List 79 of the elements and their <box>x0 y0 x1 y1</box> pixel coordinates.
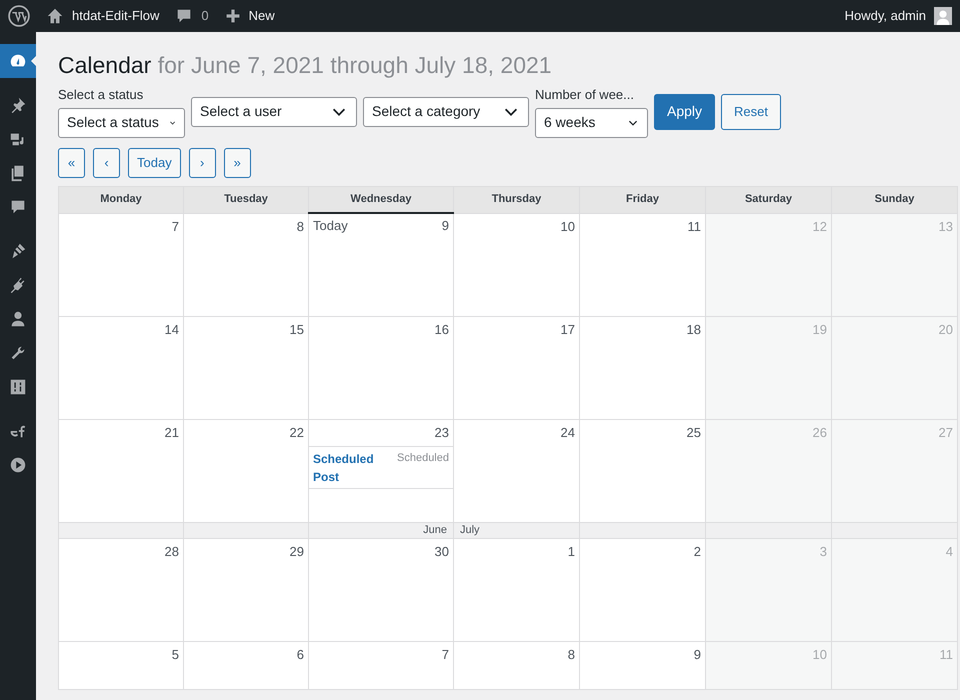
weekday-header: Monday <box>58 186 184 214</box>
wrench-icon <box>9 344 27 362</box>
play-icon <box>9 456 27 474</box>
user-icon <box>9 310 27 328</box>
day-number: 18 <box>686 320 701 339</box>
day-number: 24 <box>560 424 575 442</box>
day-number: 25 <box>686 424 701 442</box>
site-name-link[interactable]: htdat-Edit-Flow <box>46 6 160 26</box>
calendar-nav-button[interactable]: « <box>58 148 85 178</box>
filter-label: Number of wee... <box>535 88 635 102</box>
home-icon <box>46 7 64 25</box>
weekday-header: Saturday <box>706 186 832 214</box>
day-number: 5 <box>172 646 179 664</box>
day-number: 20 <box>938 320 953 339</box>
weekday-header: Thursday <box>454 186 580 214</box>
day-number: 2 <box>694 542 701 561</box>
post-status: Scheduled <box>397 451 449 466</box>
account-link[interactable]: Howdy, admin <box>844 6 952 26</box>
day-number: 27 <box>938 424 953 442</box>
day-number: 21 <box>164 424 179 442</box>
plus-icon <box>224 8 241 24</box>
weekday-header: Friday <box>580 186 706 214</box>
sidebar-menu-item[interactable] <box>0 44 36 78</box>
calendar-nav-button[interactable]: › <box>188 148 216 178</box>
wordpress-logo-icon[interactable] <box>8 5 30 27</box>
weekday-header: Tuesday <box>184 186 308 214</box>
new-content-link[interactable]: New <box>224 6 275 26</box>
month-label: June <box>423 524 447 536</box>
day-number: 11 <box>940 646 953 664</box>
date-range-subtitle: for June 7, 2021 through July 18, 2021 <box>158 52 552 78</box>
comments-link[interactable]: 0 <box>175 6 209 26</box>
day-number: 16 <box>434 320 449 339</box>
day-number: 19 <box>812 320 827 339</box>
day-number: 28 <box>164 542 179 561</box>
day-number: 8 <box>296 218 304 236</box>
day-number: 7 <box>442 646 449 664</box>
day-number: 8 <box>568 646 575 664</box>
comment-icon <box>175 7 194 25</box>
pin-icon <box>9 96 27 114</box>
day-number: 13 <box>938 218 953 236</box>
select-field[interactable]: Select a user <box>191 96 357 127</box>
day-number: 4 <box>946 542 953 561</box>
weekday-header: Wednesday <box>308 186 454 214</box>
day-number: 9 <box>694 646 701 664</box>
select-field[interactable]: 6 weeks <box>535 108 648 138</box>
weekday-header: Sunday <box>832 186 958 214</box>
comment-icon <box>9 198 27 216</box>
day-number: 26 <box>812 424 827 442</box>
plug-icon <box>9 276 27 294</box>
day-number: 17 <box>560 320 575 339</box>
apply-button[interactable]: Apply <box>654 94 716 130</box>
day-number: 12 <box>812 218 827 236</box>
select-field[interactable]: Select a status <box>58 108 185 138</box>
day-number: 11 <box>688 218 701 236</box>
day-number: 15 <box>290 320 304 339</box>
page-title: Calendar <box>58 52 152 78</box>
calendar-nav-button[interactable]: ‹ <box>93 148 120 178</box>
day-number: 14 <box>164 320 179 339</box>
day-number: 9 <box>442 217 449 236</box>
calendar-nav-button[interactable]: Today <box>128 148 181 178</box>
day-number: 7 <box>172 218 179 236</box>
month-label: July <box>460 524 480 536</box>
avatar-icon <box>934 7 952 25</box>
day-number: 22 <box>290 424 304 442</box>
day-number: 30 <box>434 542 449 561</box>
day-number: 10 <box>560 218 575 236</box>
day-number: 10 <box>812 646 827 664</box>
day-number: 23 <box>434 424 449 442</box>
reset-button[interactable]: Reset <box>721 94 781 130</box>
select-field[interactable]: Select a category <box>363 96 529 127</box>
filter-label: Select a status <box>58 88 144 102</box>
day-number: 1 <box>568 542 575 561</box>
day-number: 29 <box>290 542 304 561</box>
day-number: 3 <box>820 542 827 561</box>
today-label: Today <box>313 217 348 236</box>
day-number: 6 <box>296 646 304 664</box>
sliders-icon <box>9 378 27 396</box>
post-item[interactable]: Scheduled Post Scheduled <box>309 446 453 490</box>
calendar-nav-button[interactable]: » <box>224 148 251 178</box>
